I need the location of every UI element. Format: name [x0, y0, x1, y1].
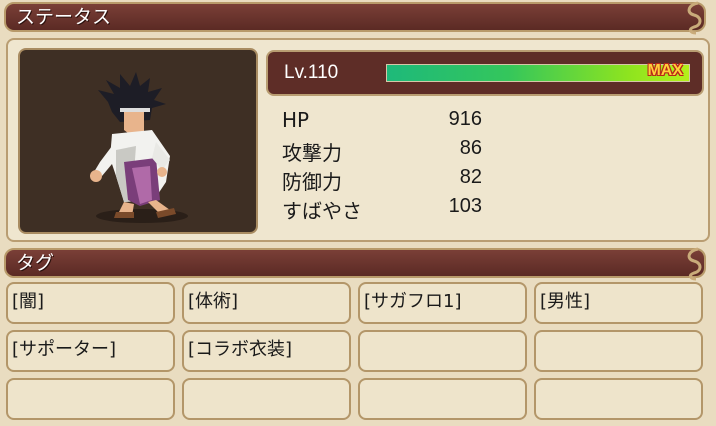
- character-sprite: [90, 72, 188, 223]
- tag-cell[interactable]: [358, 378, 527, 420]
- ornament-curl-icon: [687, 1, 702, 35]
- status-section-header: ステータス: [4, 1, 706, 35]
- stats-list: HP 916 攻撃力 86 防御力 82 すばやさ 103: [282, 108, 522, 224]
- stat-row-defense: 防御力 82: [282, 166, 522, 195]
- status-section-title: ステータス: [16, 6, 112, 28]
- max-label: MAX: [647, 62, 683, 79]
- tag-cell[interactable]: [コラボ衣装]: [182, 330, 351, 372]
- tags-section-title: タグ: [16, 252, 55, 274]
- tag-cell[interactable]: [闇]: [6, 282, 175, 324]
- tags-grid: [闇] [体術] [サガフロ1] [男性] [サポーター] [コラボ衣装]: [6, 282, 710, 422]
- ornament-curl-icon: [687, 247, 702, 281]
- stat-value: 916: [448, 108, 482, 130]
- level-label: Lv.110: [284, 62, 339, 83]
- character-portrait[interactable]: [18, 48, 258, 234]
- exp-gauge: MAX: [386, 62, 690, 82]
- stat-label: 攻撃力: [282, 141, 342, 165]
- tag-cell[interactable]: [182, 378, 351, 420]
- tag-cell[interactable]: [534, 378, 703, 420]
- tag-cell[interactable]: [サガフロ1]: [358, 282, 527, 324]
- tag-cell[interactable]: [534, 330, 703, 372]
- tag-cell[interactable]: [男性]: [534, 282, 703, 324]
- exp-gauge-fill: [387, 65, 689, 81]
- level-bar: Lv.110 MAX: [266, 50, 704, 96]
- stat-row-hp: HP 916: [282, 108, 522, 137]
- tag-cell[interactable]: [6, 378, 175, 420]
- stat-label: HP: [282, 108, 310, 132]
- stat-value: 86: [459, 137, 482, 159]
- stat-row-attack: 攻撃力 86: [282, 137, 522, 166]
- stat-label: すばやさ: [282, 199, 362, 223]
- stat-label: 防御力: [282, 170, 342, 194]
- status-box: Lv.110 MAX HP 916 攻撃力 86 防御力 82 すばやさ 103: [6, 38, 710, 242]
- stat-value: 82: [459, 166, 482, 188]
- stat-row-speed: すばやさ 103: [282, 195, 522, 224]
- tag-cell[interactable]: [サポーター]: [6, 330, 175, 372]
- tag-cell[interactable]: [体術]: [182, 282, 351, 324]
- stat-value: 103: [448, 195, 482, 217]
- tags-section-header: タグ: [4, 247, 706, 281]
- tag-cell[interactable]: [358, 330, 527, 372]
